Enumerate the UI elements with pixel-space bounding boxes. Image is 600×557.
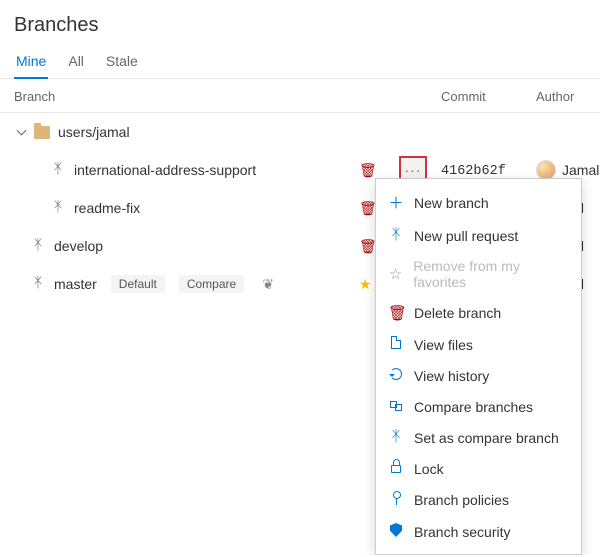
favorite-star-icon[interactable]: ★ xyxy=(359,276,372,292)
menu-label: Remove from my favorites xyxy=(413,258,569,290)
col-author-header: Author xyxy=(536,89,586,104)
menu-branch-security[interactable]: Branch security xyxy=(376,516,581,548)
menu-label: Branch policies xyxy=(414,492,509,508)
policy-icon: ❦ xyxy=(260,276,276,293)
branch-name: master xyxy=(54,276,97,292)
menu-new-pull-request[interactable]: ᛡ New pull request xyxy=(376,220,581,251)
branch-icon: ᛡ xyxy=(30,276,46,292)
branch-icon: ᛡ xyxy=(388,429,404,446)
menu-label: Compare branches xyxy=(414,399,533,415)
context-menu: ＋ New branch ᛡ New pull request ☆ Remove… xyxy=(375,178,582,555)
menu-view-history[interactable]: View history xyxy=(376,360,581,391)
author-name: Jamal xyxy=(562,162,599,178)
menu-branch-policies[interactable]: Branch policies xyxy=(376,484,581,516)
policy-icon xyxy=(388,491,404,509)
menu-label: New pull request xyxy=(414,228,518,244)
trash-icon: 🗑 xyxy=(388,304,404,322)
menu-label: Delete branch xyxy=(414,305,501,321)
default-badge: Default xyxy=(111,275,165,293)
menu-label: Lock xyxy=(414,461,444,477)
menu-remove-favorite: ☆ Remove from my favorites xyxy=(376,251,581,297)
menu-label: View files xyxy=(414,337,473,353)
history-icon xyxy=(388,367,404,384)
branch-name: readme-fix xyxy=(74,200,140,216)
menu-label: View history xyxy=(414,368,489,384)
branch-icon: ᛡ xyxy=(50,200,66,216)
folder-icon xyxy=(34,126,50,139)
menu-set-compare-branch[interactable]: ᛡ Set as compare branch xyxy=(376,422,581,453)
delete-icon[interactable]: 🗑 xyxy=(359,162,377,178)
table-header: Branch Commit Author xyxy=(0,79,600,113)
menu-new-branch[interactable]: ＋ New branch xyxy=(376,185,581,220)
tab-stale[interactable]: Stale xyxy=(104,47,140,79)
pull-request-icon: ᛡ xyxy=(388,227,404,244)
menu-label: New branch xyxy=(414,195,489,211)
col-commit-header: Commit xyxy=(441,89,536,104)
chevron-down-icon[interactable] xyxy=(16,127,26,137)
plus-icon: ＋ xyxy=(388,192,404,213)
tabs: Mine All Stale xyxy=(0,43,600,79)
menu-lock[interactable]: Lock xyxy=(376,453,581,484)
branch-icon: ᛡ xyxy=(30,238,46,254)
menu-label: Set as compare branch xyxy=(414,430,559,446)
branch-name: international-address-support xyxy=(74,162,256,178)
col-branch-header: Branch xyxy=(14,89,359,104)
file-icon xyxy=(388,336,404,353)
menu-view-files[interactable]: View files xyxy=(376,329,581,360)
star-outline-icon: ☆ xyxy=(388,265,403,283)
compare-icon xyxy=(388,398,404,415)
tab-all[interactable]: All xyxy=(66,47,86,79)
menu-compare-branches[interactable]: Compare branches xyxy=(376,391,581,422)
branch-icon: ᛡ xyxy=(50,162,66,178)
branch-name: develop xyxy=(54,238,103,254)
folder-row[interactable]: users/jamal xyxy=(0,113,600,151)
page-title: Branches xyxy=(0,0,600,43)
folder-name: users/jamal xyxy=(58,124,130,140)
menu-label: Branch security xyxy=(414,524,510,540)
shield-icon xyxy=(388,523,404,541)
compare-badge: Compare xyxy=(179,275,244,293)
commit-sha[interactable]: 4162b62f xyxy=(441,164,506,179)
avatar xyxy=(536,160,556,180)
lock-icon xyxy=(388,460,404,477)
menu-delete-branch[interactable]: 🗑 Delete branch xyxy=(376,297,581,329)
tab-mine[interactable]: Mine xyxy=(14,47,48,79)
